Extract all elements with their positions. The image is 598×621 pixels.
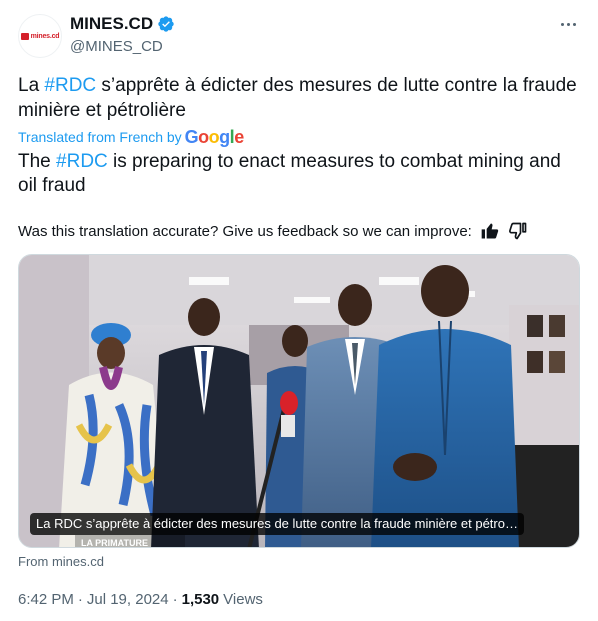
thumbs-down-icon[interactable] (508, 221, 528, 241)
media-caption: La RDC s’apprête à édicter des mesures d… (30, 513, 524, 535)
mines-logo: mines.cd (20, 32, 60, 40)
display-name[interactable]: MINES.CD (70, 14, 153, 34)
translated-by[interactable]: Translated from French by Google (18, 128, 244, 146)
tweet-text-suffix: s’apprête à édicter des mesures de lutte… (18, 75, 577, 121)
verified-badge-icon (158, 16, 174, 32)
views-count: 1,530 (181, 591, 220, 608)
source-link[interactable]: From mines.cd (18, 554, 104, 569)
media-photo[interactable]: LA PRIMATURE La RDC s’apprête à édicter … (18, 254, 580, 548)
tweet-text: La #RDC s’apprête à édicter des mesures … (18, 73, 578, 123)
avatar[interactable]: mines.cd (18, 14, 62, 58)
press-conference-photo: LA PRIMATURE (19, 255, 579, 548)
meta-separator: · (77, 591, 83, 608)
tweet-meta: 6:42 PM · Jul 19, 2024 · 1,530 Views (18, 591, 263, 608)
handle[interactable]: @MINES_CD (70, 38, 163, 55)
feedback-question: Was this translation accurate? Give us f… (18, 222, 472, 240)
translation-feedback: Was this translation accurate? Give us f… (18, 221, 578, 241)
name-row: MINES.CD (70, 14, 175, 34)
photo-watermark: LA PRIMATURE (81, 538, 148, 548)
translation-text: The #RDC is preparing to enact measures … (18, 150, 584, 198)
tweet-header: mines.cd MINES.CD @MINES_CD (18, 12, 580, 60)
translation-hashtag-link[interactable]: #RDC (56, 151, 108, 172)
thumbs-up-icon[interactable] (480, 221, 500, 241)
views-label: Views (223, 591, 263, 608)
avatar-text: mines.cd (30, 32, 60, 40)
tweet-time[interactable]: 6:42 PM (18, 591, 74, 608)
meta-separator: · (172, 591, 178, 608)
translated-label: Translated from French by (18, 129, 182, 145)
translation-text-prefix: The (18, 151, 57, 172)
google-logo: Google (184, 127, 245, 147)
hashtag-link[interactable]: #RDC (44, 75, 96, 96)
more-options-icon[interactable] (556, 14, 580, 34)
tweet-date[interactable]: Jul 19, 2024 (87, 591, 169, 608)
logo-mark-icon (20, 32, 29, 40)
tweet-text-prefix: La (18, 75, 45, 96)
